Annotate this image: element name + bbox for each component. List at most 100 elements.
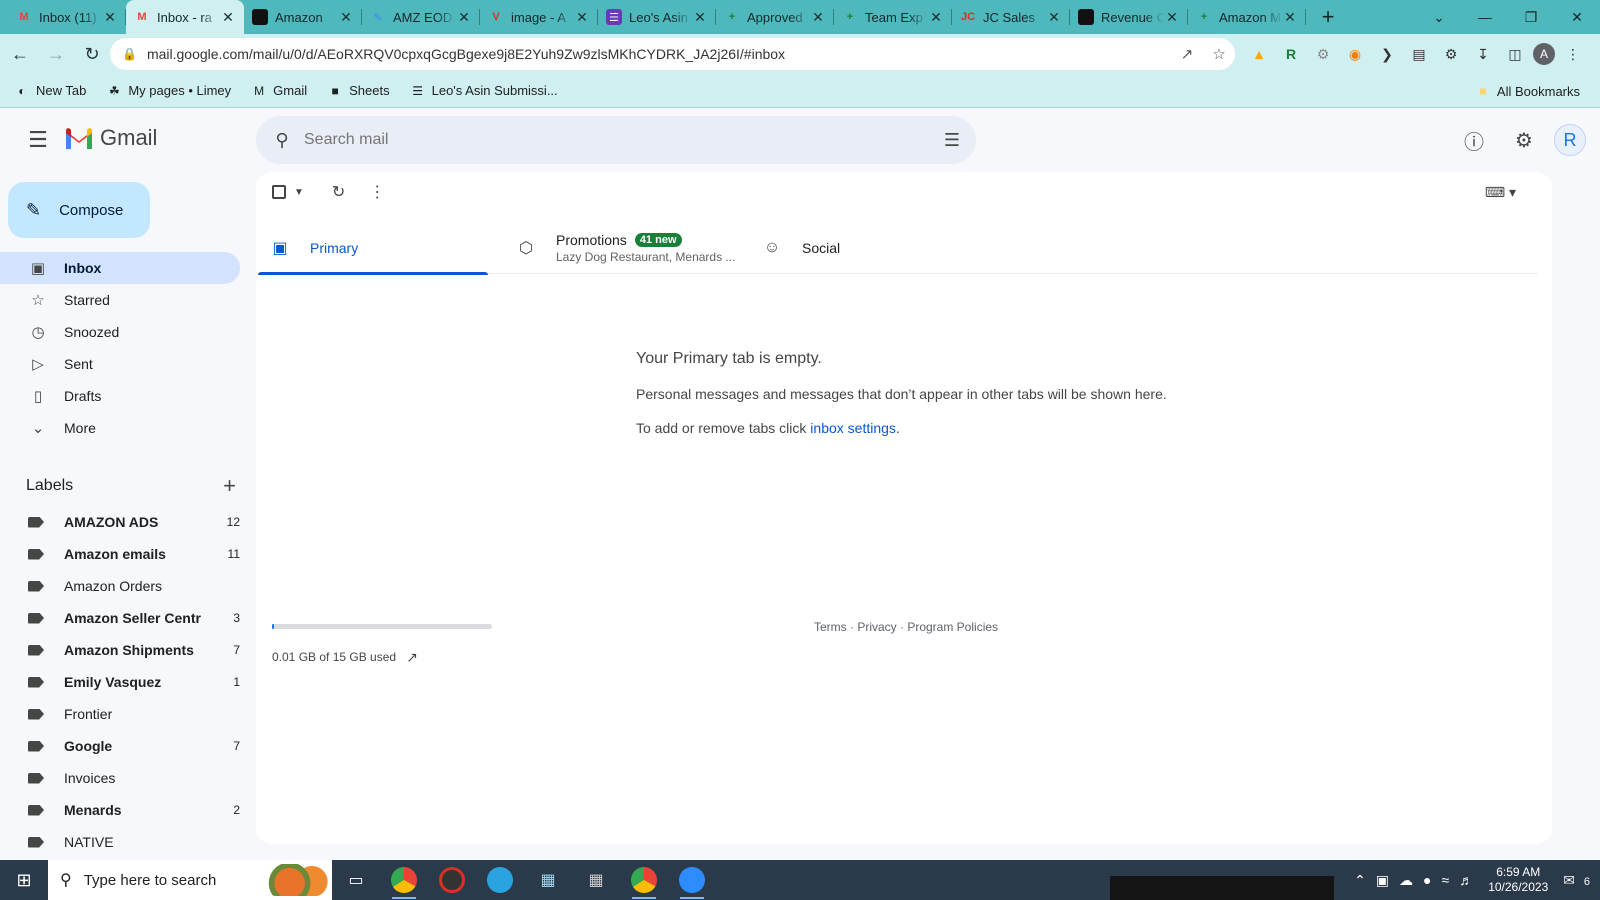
account-avatar[interactable]: R [1554, 124, 1586, 156]
bookmark-item[interactable]: ☘ My pages • Limey [96, 77, 241, 105]
nav-item-sent[interactable]: ▷ Sent [0, 348, 240, 380]
address-bar[interactable]: 🔒 mail.google.com/mail/u/0/d/AEoRXRQV0cp… [110, 38, 1235, 70]
help-icon[interactable]: ⓘ [1454, 120, 1494, 160]
nav-item-snoozed[interactable]: ◷ Snoozed [0, 316, 240, 348]
close-tab-icon[interactable]: ✕ [102, 9, 118, 26]
notepad-icon[interactable]: ▦ [524, 860, 572, 900]
browser-tab[interactable]: + Team Exp ✕ [834, 0, 952, 34]
back-icon[interactable]: ← [4, 38, 36, 70]
forward-icon[interactable]: → [40, 38, 72, 70]
browser-tab[interactable]: + Amazon M ✕ [1188, 0, 1306, 34]
browser-tab[interactable]: + Approved ✕ [716, 0, 834, 34]
extension-icon[interactable]: R [1277, 40, 1305, 68]
more-options-icon[interactable]: ⋮ [369, 180, 385, 204]
extension-icon[interactable]: ▤ [1405, 40, 1433, 68]
close-tab-icon[interactable]: ✕ [692, 9, 708, 26]
share-icon[interactable]: ↗ [1171, 45, 1203, 63]
side-panel-icon[interactable]: ◫ [1501, 40, 1529, 68]
notifications-icon[interactable]: ✉ 6 [1558, 872, 1600, 889]
nav-item-drafts[interactable]: ▯ Drafts [0, 380, 240, 412]
minimize-icon[interactable]: — [1462, 9, 1508, 25]
nav-item-more[interactable]: ⌄ More [0, 412, 240, 444]
bookmark-item[interactable]: ☰ Leo's Asin Submissi... [400, 77, 568, 105]
bookmark-item[interactable]: ■ Sheets [317, 77, 399, 105]
volume-icon[interactable]: ♬ [1454, 872, 1478, 888]
wifi-icon[interactable]: ≈ [1437, 872, 1455, 888]
chevron-up-icon[interactable]: ⌃ [1349, 872, 1371, 889]
search-input[interactable] [304, 131, 928, 149]
external-link-icon[interactable]: ↗ [406, 641, 418, 673]
url-text[interactable]: mail.google.com/mail/u/0/d/AEoRXRQV0cpxq… [147, 46, 1171, 62]
tab-promotions[interactable]: ⬡ Promotions 41 new Lazy Dog Restaurant, Me… [504, 222, 750, 274]
bookmark-item[interactable]: M Gmail [241, 77, 317, 105]
taskbar-search[interactable]: ⚲ Type here to search [48, 860, 332, 900]
extension-icon[interactable]: ❯ [1373, 40, 1401, 68]
zoom-icon[interactable] [668, 860, 716, 900]
windows-start-icon[interactable]: ⊞ [0, 860, 48, 900]
restore-icon[interactable]: ❐ [1508, 9, 1554, 26]
browser-tab[interactable]: M Inbox - ra ✕ [126, 0, 244, 34]
search-bar[interactable]: ⚲ ☰ [256, 116, 976, 164]
browser-tab[interactable]: ☰ Leo's Asin ✕ [598, 0, 716, 34]
nav-item-inbox[interactable]: ▣ Inbox [0, 252, 240, 284]
label-item[interactable]: Amazon Shipments 7 [0, 634, 240, 666]
gmail-logo[interactable]: Gmail [64, 125, 157, 151]
settings-gear-icon[interactable]: ⚙ [1504, 120, 1544, 160]
meet-icon[interactable]: ▣ [1371, 872, 1394, 889]
extension-icon[interactable]: ▲ [1245, 40, 1273, 68]
extension-icon[interactable]: ⚙ [1309, 40, 1337, 68]
telegram-icon[interactable] [476, 860, 524, 900]
chrome-icon[interactable] [380, 860, 428, 900]
menu-icon[interactable]: ⋮ [1559, 40, 1587, 68]
lock-icon[interactable]: 🔒 [122, 47, 137, 61]
inbox-settings-link[interactable]: inbox settings [810, 420, 896, 436]
footer-links[interactable]: Terms · Privacy · Program Policies [814, 620, 998, 634]
label-item[interactable]: AMAZON ADS 12 [0, 506, 240, 538]
browser-tab[interactable]: M Inbox (11) ✕ [8, 0, 126, 34]
bookmark-item[interactable]: ◐ New Tab [4, 77, 96, 105]
app-icon[interactable] [428, 860, 476, 900]
label-item[interactable]: Invoices [0, 762, 240, 794]
search-options-icon[interactable]: ☰ [928, 130, 976, 151]
task-view-icon[interactable]: ▭ [332, 860, 380, 900]
close-tab-icon[interactable]: ✕ [1164, 9, 1180, 26]
refresh-icon[interactable]: ↻ [332, 180, 345, 204]
main-menu-icon[interactable]: ☰ [20, 122, 56, 158]
onedrive-icon[interactable]: ☁ [1394, 872, 1418, 889]
tab-primary[interactable]: ▣ Primary [258, 222, 504, 275]
browser-tab[interactable]: JC JC Sales ✕ [952, 0, 1070, 34]
select-dropdown-icon[interactable]: ▼ [294, 180, 304, 204]
browser-tab[interactable]: ✎ AMZ EOD ✕ [362, 0, 480, 34]
close-window-icon[interactable]: ✕ [1554, 9, 1600, 26]
all-bookmarks[interactable]: ■ All Bookmarks [1465, 77, 1590, 105]
select-all-checkbox[interactable] [272, 185, 286, 199]
compose-button[interactable]: ✎ Compose [8, 182, 150, 238]
browser-tab[interactable]: Vimage - A ✕ [480, 0, 598, 34]
search-icon[interactable]: ⚲ [260, 130, 304, 151]
profile-avatar[interactable]: A [1533, 43, 1555, 65]
close-tab-icon[interactable]: ✕ [338, 9, 354, 26]
browser-tab[interactable]: a Amazon ✕ [244, 0, 362, 34]
chrome-profile-icon[interactable] [620, 860, 668, 900]
close-tab-icon[interactable]: ✕ [810, 9, 826, 26]
close-tab-icon[interactable]: ✕ [456, 9, 472, 26]
label-item[interactable]: Amazon Orders [0, 570, 240, 602]
close-tab-icon[interactable]: ✕ [1282, 9, 1298, 26]
calculator-icon[interactable]: ▦ [572, 860, 620, 900]
label-item[interactable]: Google 7 [0, 730, 240, 762]
microphone-icon[interactable]: ● [1418, 872, 1436, 888]
reload-icon[interactable]: ↻ [76, 38, 108, 70]
nav-item-starred[interactable]: ☆ Starred [0, 284, 240, 316]
close-tab-icon[interactable]: ✕ [928, 9, 944, 26]
label-item[interactable]: Amazon emails 11 [0, 538, 240, 570]
puzzle-icon[interactable]: ⚙ [1437, 40, 1465, 68]
close-tab-icon[interactable]: ✕ [220, 9, 236, 26]
browser-tab[interactable]: a Revenue C ✕ [1070, 0, 1188, 34]
clock[interactable]: 6:59 AM 10/26/2023 [1478, 865, 1558, 895]
new-tab-button[interactable]: + [1314, 3, 1342, 31]
close-tab-icon[interactable]: ✕ [574, 9, 590, 26]
label-item[interactable]: Frontier [0, 698, 240, 730]
tab-social[interactable]: ☺ Social [750, 222, 996, 274]
tab-search-icon[interactable]: ⌄ [1416, 9, 1462, 26]
download-icon[interactable]: ↧ [1469, 40, 1497, 68]
